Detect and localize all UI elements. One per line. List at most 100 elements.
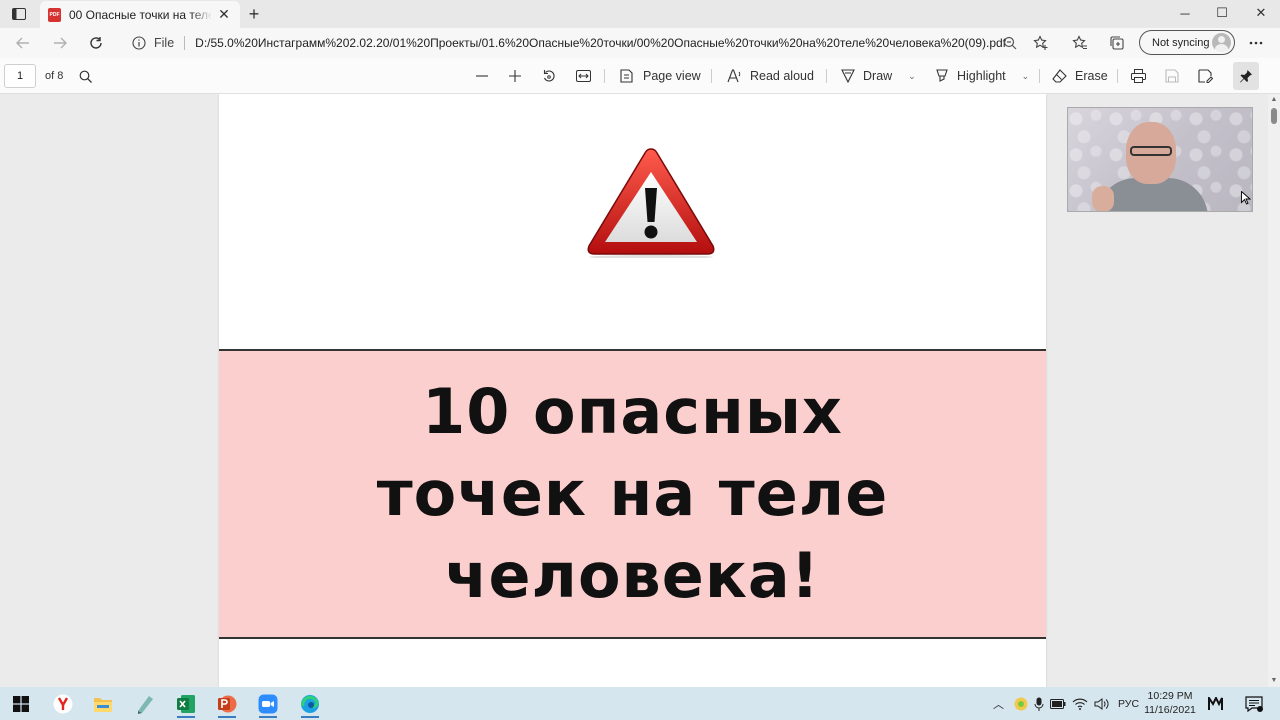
tab-title: 00 Опасные точки на теле человека (09).p… [69,7,212,22]
excel-icon[interactable] [167,690,205,718]
draw-icon [841,69,855,83]
pin-toolbar-button[interactable] [1233,62,1259,90]
presenter-glasses [1130,146,1172,156]
system-tray: ︿ РУС [993,687,1139,720]
tab-actions-icon[interactable] [8,4,30,24]
more-options-icon[interactable] [1245,32,1267,54]
clock-date: 11/16/2021 [1144,704,1196,716]
page-view-button[interactable]: Page view [620,65,701,87]
navigation-bar: File D:/55.0%20Инстаграмм%202.02.20/01%2… [0,28,1280,58]
add-favorite-icon[interactable] [1030,32,1052,54]
toolbar-divider [826,69,827,83]
minimize-button[interactable]: ─ [1166,0,1204,26]
highlight-icon [936,69,948,82]
yandex-browser-icon[interactable] [44,690,82,718]
maximize-button[interactable]: ☐ [1203,0,1241,26]
system-clock[interactable]: 10:29 PM 11/16/2021 [1140,689,1200,717]
scroll-up-arrow-icon[interactable]: ▲ [1270,96,1278,104]
favorites-icon[interactable] [1069,32,1091,54]
save-icon[interactable] [1165,65,1179,87]
draw-chevron-down-icon[interactable]: ⌄ [908,71,916,82]
highlight-chevron-down-icon[interactable]: ⌄ [1022,71,1030,82]
yandex-disk-tray-icon [1014,697,1028,710]
address-separator [184,36,186,50]
webcam-overlay-video [1067,107,1253,212]
page-view-label: Page view [643,69,701,83]
zoom-icon[interactable] [999,32,1021,54]
tab-strip: PDF 00 Опасные точки на теле человека (0… [0,0,1280,28]
page-view-icon [620,69,633,83]
toolbar-divider [711,69,712,83]
highlight-button[interactable]: Highlight ⌄ [935,65,1029,87]
zoom-out-icon[interactable] [476,65,488,87]
back-arrow-icon[interactable] [12,32,34,54]
save-as-icon[interactable] [1198,65,1213,87]
windows-taskbar: ︿ РУС 10:29 PM 11/16/2021 [0,687,1280,720]
erase-label: Erase [1075,69,1108,83]
zoom-app-icon[interactable] [249,690,287,718]
pdf-viewer[interactable]: 10 опасных точек на теле человека! ▲ ▼ [0,94,1280,687]
powerpoint-icon[interactable] [208,690,246,718]
find-search-icon[interactable] [79,65,92,87]
scroll-down-arrow-icon[interactable]: ▼ [1270,677,1278,685]
wifi-icon [1072,698,1088,710]
edge-browser-icon[interactable] [291,690,329,718]
input-language-indicator[interactable]: РУС [1118,698,1139,710]
show-hidden-icons-chevron-up-icon[interactable]: ︿ [993,696,1007,712]
highlight-label: Highlight [957,69,1006,83]
vertical-scrollbar[interactable]: ▲ ▼ [1268,94,1280,687]
file-scheme-label: File [154,36,175,50]
title-line-1: 10 опасных [422,375,843,448]
zoom-in-icon[interactable] [509,65,521,87]
erase-button[interactable]: Erase [1052,65,1108,87]
pin-icon [1240,70,1252,83]
pdf-file-icon: PDF [48,7,61,22]
fit-to-width-icon[interactable] [576,65,591,87]
title-line-3: человека! [444,539,821,612]
close-window-button[interactable]: ✕ [1242,0,1280,26]
battery-icon [1050,698,1066,709]
mouse-cursor-icon [1241,191,1251,205]
toolbar-divider [1117,69,1118,83]
read-aloud-button[interactable]: Read aloud [727,65,814,87]
notification-center-icon[interactable] [1238,690,1270,718]
print-icon[interactable] [1131,65,1146,87]
eraser-icon [1052,69,1067,83]
scroll-thumb[interactable] [1271,108,1277,124]
windows-start-icon[interactable] [2,690,40,718]
notes-app-icon[interactable] [126,690,164,718]
toolbar-divider [1039,69,1040,83]
toolbar-divider [604,69,605,83]
draw-button[interactable]: Draw ⌄ [841,65,916,87]
info-icon[interactable] [130,36,148,50]
pdf-toolbar: 1 of 8 Page view Read aloud Draw ⌄ Highl… [0,58,1280,94]
page-number-input[interactable]: 1 [4,64,36,88]
title-line-2: точек на теле [376,457,889,530]
microphone-icon [1034,697,1044,711]
address-bar[interactable]: File D:/55.0%20Инстаграмм%202.02.20/01%2… [120,30,1060,56]
warning-triangle-icon [587,148,715,258]
file-explorer-icon[interactable] [84,690,122,718]
presenter-hand [1092,186,1114,211]
tab-close-icon[interactable]: ✕ [216,6,232,23]
url-text[interactable]: D:/55.0%20Инстаграмм%202.02.20/01%20Прое… [195,36,1006,50]
document-title: 10 опасных точек на теле человека! [333,371,933,617]
avatar-icon [1212,33,1231,52]
pdf-page: 10 опасных точек на теле человека! [219,94,1046,687]
volume-icon [1094,697,1109,710]
clock-time: 10:29 PM [1147,690,1193,702]
read-aloud-icon [727,69,741,83]
collections-icon[interactable] [1106,32,1128,54]
refresh-icon[interactable] [85,32,107,54]
new-tab-button[interactable]: + [244,4,264,24]
rotate-icon[interactable] [542,65,556,87]
sync-label: Not syncing [1152,36,1210,49]
read-aloud-label: Read aloud [750,69,814,83]
title-banner: 10 опасных точек на теле человека! [219,349,1046,639]
active-tab[interactable]: PDF 00 Опасные точки на теле человека (0… [40,1,240,28]
page-count-label: of 8 [45,70,64,82]
miro-tray-icon[interactable] [1200,690,1232,718]
draw-label: Draw [863,69,893,83]
forward-arrow-icon[interactable] [49,32,71,54]
profile-sync-button[interactable]: Not syncing [1139,30,1235,55]
